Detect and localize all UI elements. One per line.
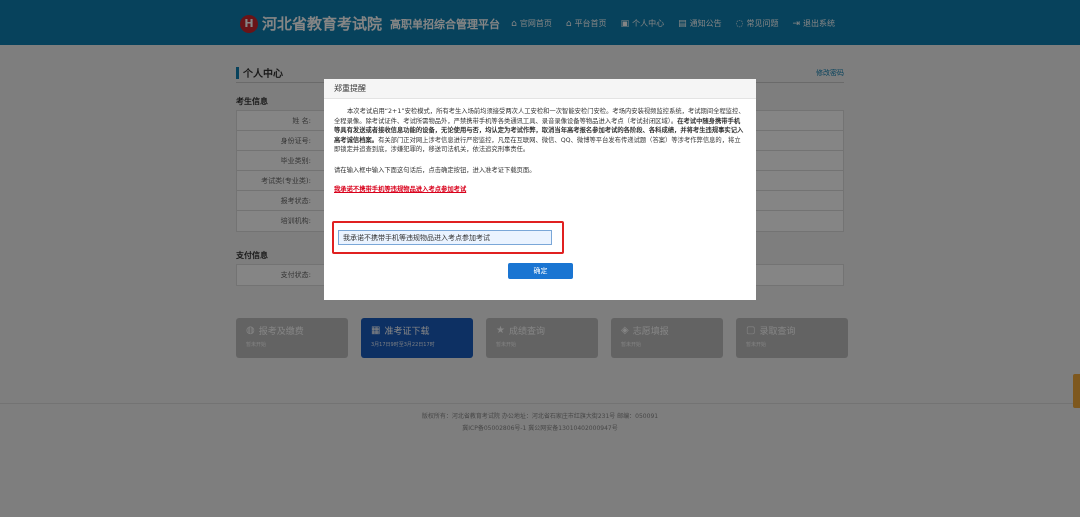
notice-text-tail: 有关部门正对网上涉考信息进行严密监控，凡是在互联网、微信、QQ、微博等平台发布传… — [334, 136, 741, 154]
highlighted-input-box — [332, 221, 564, 254]
dialog-title: 郑重提醒 — [334, 84, 366, 93]
reminder-dialog: 郑重提醒 本次考试启用“2+1”安检模式，所有考生入场前均须接受两次人工安检和一… — [324, 79, 756, 300]
pledge-text: 我承诺不携带手机等违规物品进入考点参加考试 — [334, 185, 467, 193]
pledge-input[interactable] — [338, 230, 552, 245]
dialog-body: 本次考试启用“2+1”安检模式，所有考生入场前均须接受两次人工安检和一次智能安检… — [324, 99, 756, 194]
dialog-header: 郑重提醒 — [324, 79, 756, 99]
instruction-text: 请在输入框中输入下面这句话后，点击确定按钮，进入准考证下载页面。 — [334, 166, 536, 174]
confirm-button[interactable]: 确定 — [508, 263, 573, 279]
notice-paragraph: 本次考试启用“2+1”安检模式，所有考生入场前均须接受两次人工安检和一次智能安检… — [334, 107, 746, 155]
